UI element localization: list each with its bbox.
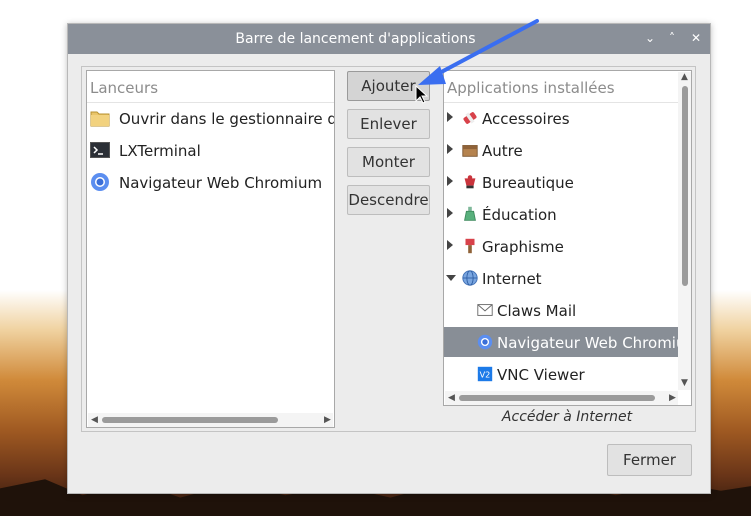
annotation-arrow-icon — [418, 19, 539, 85]
mouse-cursor-icon — [415, 85, 429, 104]
